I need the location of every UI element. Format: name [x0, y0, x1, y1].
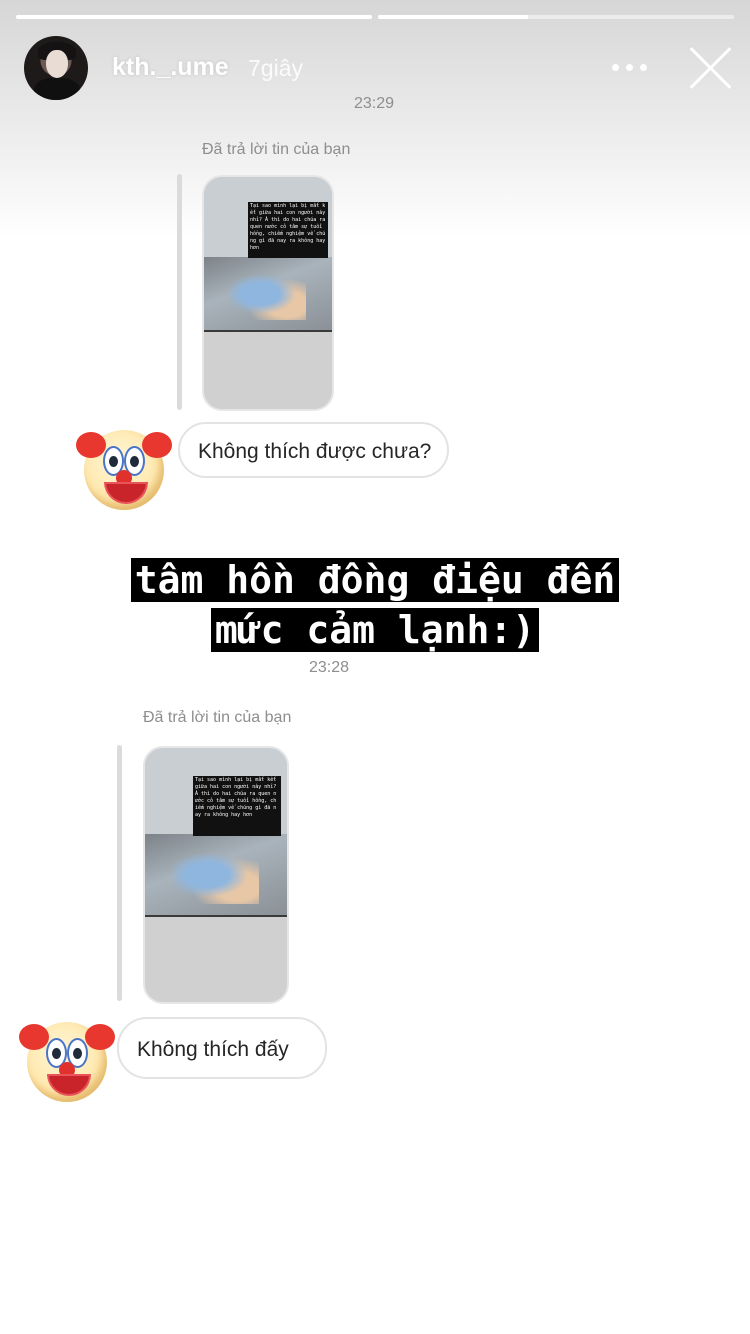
avatar[interactable]: [24, 36, 88, 100]
clown-emoji-icon: [76, 430, 172, 510]
clown-emoji-icon: [19, 1022, 115, 1102]
thumbnail-caption: Tại sao mình lại bị mất kết giữa hai con…: [248, 202, 328, 258]
message-timestamp: 23:29: [354, 95, 395, 112]
overlay-caption-text: tâm hồn đồng điệu đến: [130, 558, 620, 602]
progress-fill: [378, 15, 528, 19]
progress-fill: [16, 15, 372, 19]
top-gradient: [0, 0, 750, 240]
overlay-caption-line-2: mức cảm lạnh:): [0, 608, 750, 652]
reply-message-bubble[interactable]: Không thích được chưa?: [178, 422, 449, 478]
close-icon[interactable]: [688, 46, 732, 90]
story-thumbnail[interactable]: Tại sao mình lại bị mất kết giữa hai con…: [202, 175, 334, 411]
reply-label: Đã trả lời tin của bạn: [202, 141, 351, 158]
overlay-caption-text: mức cảm lạnh:): [210, 608, 540, 652]
reply-message-bubble[interactable]: Không thích đấy: [117, 1017, 327, 1079]
quote-bar: [177, 174, 182, 410]
more-icon[interactable]: [612, 62, 648, 74]
story-progress-segment-1: [16, 15, 372, 19]
story-progress-segment-2: [378, 15, 734, 19]
message-timestamp: 23:28: [309, 659, 350, 676]
reply-label: Đã trả lời tin của bạn: [143, 709, 292, 726]
overlay-caption-line-1: tâm hồn đồng điệu đến: [0, 558, 750, 602]
story-thumbnail[interactable]: Tại sao mình lại bị mất kết giữa hai con…: [143, 746, 289, 1004]
quote-bar: [117, 745, 122, 1001]
username[interactable]: kth._.ume: [112, 53, 229, 82]
post-time: 7giây: [248, 55, 303, 81]
thumbnail-caption: Tại sao mình lại bị mất kết giữa hai con…: [193, 776, 281, 836]
